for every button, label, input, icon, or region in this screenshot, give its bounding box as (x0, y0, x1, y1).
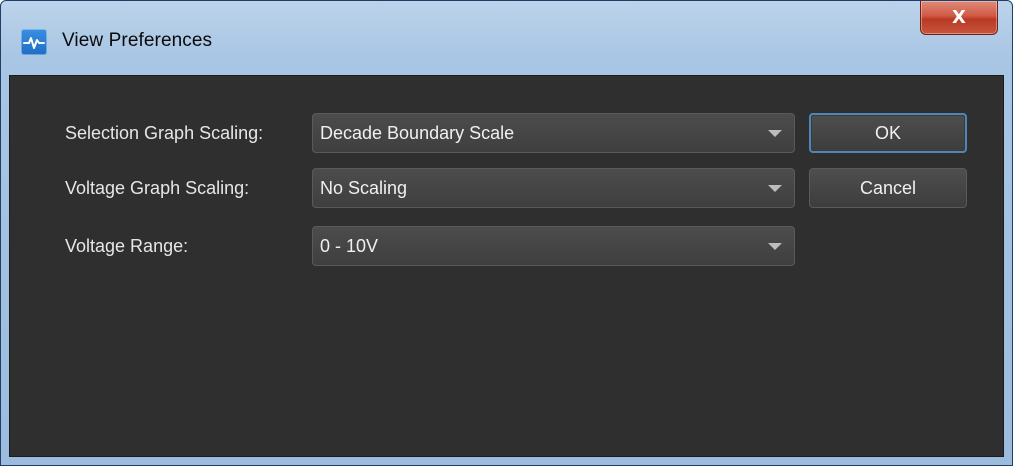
selection-graph-scaling-dropdown[interactable]: Decade Boundary Scale (312, 113, 795, 153)
dialog-window: View Preferences X Selection Graph Scali… (0, 0, 1013, 466)
close-button[interactable]: X (920, 1, 998, 35)
chevron-down-icon (768, 130, 782, 137)
ok-button[interactable]: OK (809, 113, 967, 153)
voltage-range-label: Voltage Range: (65, 236, 189, 256)
waveform-icon (21, 29, 47, 55)
close-icon: X (952, 7, 966, 28)
title-bar[interactable]: View Preferences X (1, 1, 1012, 73)
voltage-range-row: Voltage Range: 0 - 10V (10, 226, 1003, 268)
selection-graph-scaling-value: Decade Boundary Scale (320, 123, 515, 143)
voltage-graph-scaling-label: Voltage Graph Scaling: (65, 178, 250, 198)
window-title: View Preferences (62, 30, 213, 51)
voltage-range-dropdown[interactable]: 0 - 10V (312, 226, 795, 266)
voltage-graph-scaling-value: No Scaling (320, 178, 408, 198)
voltage-graph-scaling-dropdown[interactable]: No Scaling (312, 168, 795, 208)
chevron-down-icon (768, 243, 782, 250)
cancel-button[interactable]: Cancel (809, 168, 967, 208)
voltage-range-value: 0 - 10V (320, 236, 379, 256)
selection-graph-scaling-label: Selection Graph Scaling: (65, 123, 264, 143)
chevron-down-icon (768, 185, 782, 192)
dialog-content: Selection Graph Scaling: Decade Boundary… (9, 75, 1004, 457)
